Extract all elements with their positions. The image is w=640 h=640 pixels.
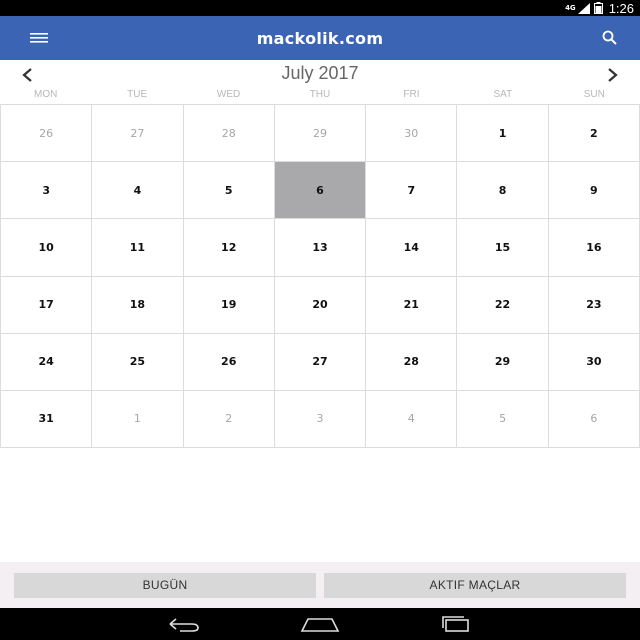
app-root: 4G 1:26 mackolik.com July 2017 MON TUE W… (0, 0, 640, 640)
hamburger-icon (30, 33, 48, 43)
calendar-day[interactable]: 19 (183, 276, 275, 334)
calendar-day[interactable]: 9 (548, 162, 640, 220)
calendar-day[interactable]: 24 (1, 333, 93, 391)
calendar-day[interactable]: 26 (1, 105, 93, 163)
calendar-day[interactable]: 15 (457, 219, 549, 277)
calendar-day[interactable]: 18 (92, 276, 184, 334)
calendar-day[interactable]: 27 (274, 333, 367, 391)
weekday-label: THU (309, 89, 331, 100)
weekday-header: MON TUE WED THU FRI SAT SUN (0, 88, 640, 104)
calendar-day[interactable]: 30 (366, 105, 458, 163)
back-icon (169, 618, 199, 632)
today-button[interactable]: BUGÜN (14, 572, 316, 598)
calendar-day[interactable]: 2 (548, 105, 640, 163)
calendar-day[interactable]: 3 (1, 162, 93, 220)
calendar-day[interactable]: 3 (274, 390, 367, 448)
brand-title: mackolik.com (256, 28, 384, 48)
month-title: July 2017 (281, 63, 359, 83)
network-type: 4G (565, 4, 576, 12)
calendar-day[interactable]: 26 (183, 333, 275, 391)
weekday-label: SAT (493, 89, 513, 100)
status-bar: 4G 1:26 (0, 0, 640, 16)
recents-icon (442, 616, 469, 632)
calendar-day[interactable]: 29 (457, 333, 549, 391)
bottom-button-bar: BUGÜN AKTIF MAÇLAR (0, 562, 640, 608)
calendar-day[interactable]: 14 (366, 219, 458, 277)
calendar-day[interactable]: 27 (92, 105, 184, 163)
menu-button[interactable] (22, 28, 56, 48)
calendar-day[interactable]: 11 (92, 219, 184, 277)
weekday-label: MON (34, 89, 58, 100)
calendar-day[interactable]: 4 (366, 390, 458, 448)
calendar-day[interactable]: 25 (92, 333, 184, 391)
home-icon (300, 618, 340, 632)
clock: 1:26 (608, 0, 634, 16)
calendar-day[interactable]: 7 (366, 162, 458, 220)
app-bar: mackolik.com (0, 16, 640, 60)
home-button[interactable] (300, 612, 340, 636)
search-icon (602, 30, 617, 45)
calendar-day[interactable]: 8 (457, 162, 549, 220)
system-nav-bar (0, 608, 640, 640)
calendar-day[interactable]: 17 (1, 276, 93, 334)
calendar-day[interactable]: 20 (274, 276, 367, 334)
calendar-day[interactable]: 2 (183, 390, 275, 448)
calendar-day[interactable]: 16 (548, 219, 640, 277)
next-month-button[interactable] (598, 62, 628, 88)
battery-icon (593, 2, 603, 14)
calendar-day[interactable]: 4 (92, 162, 184, 220)
calendar-day[interactable]: 28 (366, 333, 458, 391)
weekday-label: WED (216, 89, 241, 100)
month-header: July 2017 (0, 60, 640, 88)
calendar-day[interactable]: 12 (183, 219, 275, 277)
calendar-day[interactable]: 30 (548, 333, 640, 391)
calendar-day-selected[interactable]: 6 (274, 162, 367, 220)
calendar-day[interactable]: 23 (548, 276, 640, 334)
weekday-label: FRI (403, 89, 420, 100)
calendar-day[interactable]: 6 (548, 390, 640, 448)
calendar-day[interactable]: 31 (1, 390, 93, 448)
calendar-day[interactable]: 22 (457, 276, 549, 334)
weekday-label: TUE (127, 89, 148, 100)
chevron-right-icon (608, 68, 618, 82)
calendar-day[interactable]: 28 (183, 105, 275, 163)
recents-button[interactable] (436, 612, 476, 636)
weekday-label: SUN (583, 89, 605, 100)
signal-icon (577, 2, 590, 14)
calendar-day[interactable]: 1 (457, 105, 549, 163)
calendar-day[interactable]: 10 (1, 219, 93, 277)
calendar-day[interactable]: 13 (274, 219, 367, 277)
calendar-day[interactable]: 5 (457, 390, 549, 448)
back-button[interactable] (164, 612, 204, 636)
live-matches-button[interactable]: AKTIF MAÇLAR (324, 572, 626, 598)
calendar-day[interactable]: 5 (183, 162, 275, 220)
calendar-day[interactable]: 29 (274, 105, 367, 163)
search-button[interactable] (598, 26, 622, 50)
calendar-grid: 26 27 28 29 30 1 2 3 4 5 6 7 8 9 10 11 12 13 14 15 16 17 18 19 2… (0, 104, 640, 448)
calendar-day[interactable]: 1 (92, 390, 184, 448)
calendar-day[interactable]: 21 (366, 276, 458, 334)
